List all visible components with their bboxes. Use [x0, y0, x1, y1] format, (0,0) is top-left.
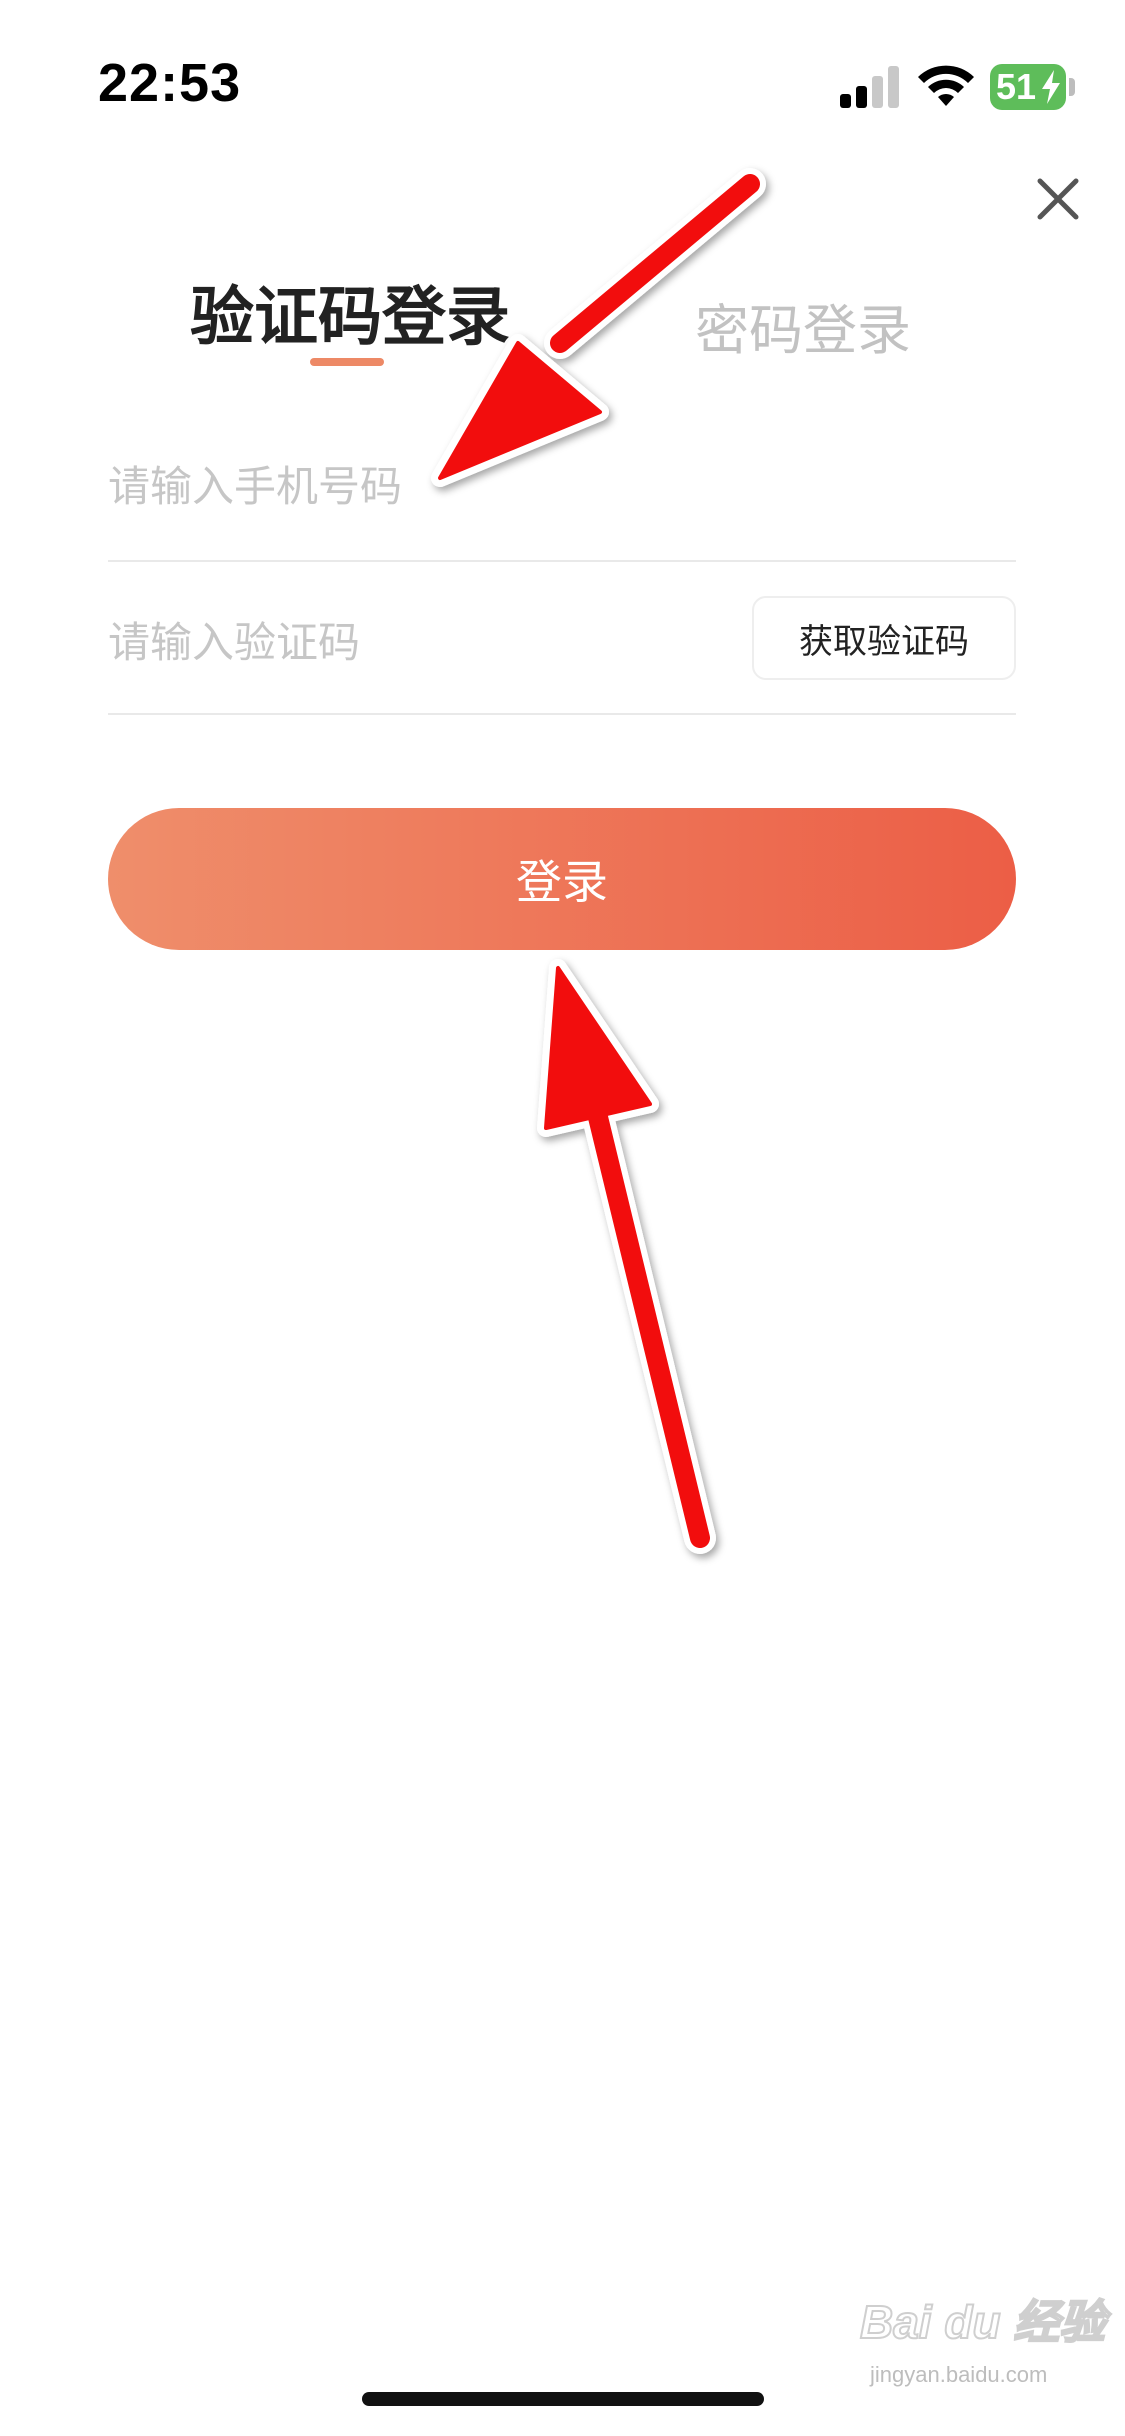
watermark-logo: Bai du 经验 — [859, 2295, 1106, 2349]
watermark-url: jingyan.baidu.com — [870, 2362, 1048, 2387]
login-button[interactable]: 登录 — [108, 808, 1016, 950]
arrow-to-login-button — [537, 959, 716, 1554]
phone-divider — [108, 560, 1016, 562]
home-indicator[interactable] — [362, 2392, 764, 2406]
code-divider — [108, 713, 1016, 715]
phone-input[interactable] — [108, 450, 808, 522]
battery-icon: 51 — [990, 64, 1076, 110]
signal-icon — [840, 66, 899, 108]
tab-sms-login[interactable]: 验证码登录 — [190, 266, 510, 358]
status-time: 22:53 — [98, 53, 242, 113]
annotation-arrows — [431, 168, 766, 1554]
wifi-icon — [918, 65, 974, 106]
close-icon[interactable] — [1035, 176, 1081, 222]
active-tab-indicator — [310, 358, 384, 366]
verification-code-input[interactable] — [108, 606, 728, 678]
tab-password-login[interactable]: 密码登录 — [695, 286, 911, 365]
charging-bolt-icon — [1042, 70, 1060, 104]
get-code-button[interactable]: 获取验证码 — [752, 596, 1016, 680]
battery-level: 51 — [996, 66, 1037, 107]
baidu-jingyan-watermark: Bai du 经验 jingyan.baidu.com — [859, 2286, 1110, 2406]
